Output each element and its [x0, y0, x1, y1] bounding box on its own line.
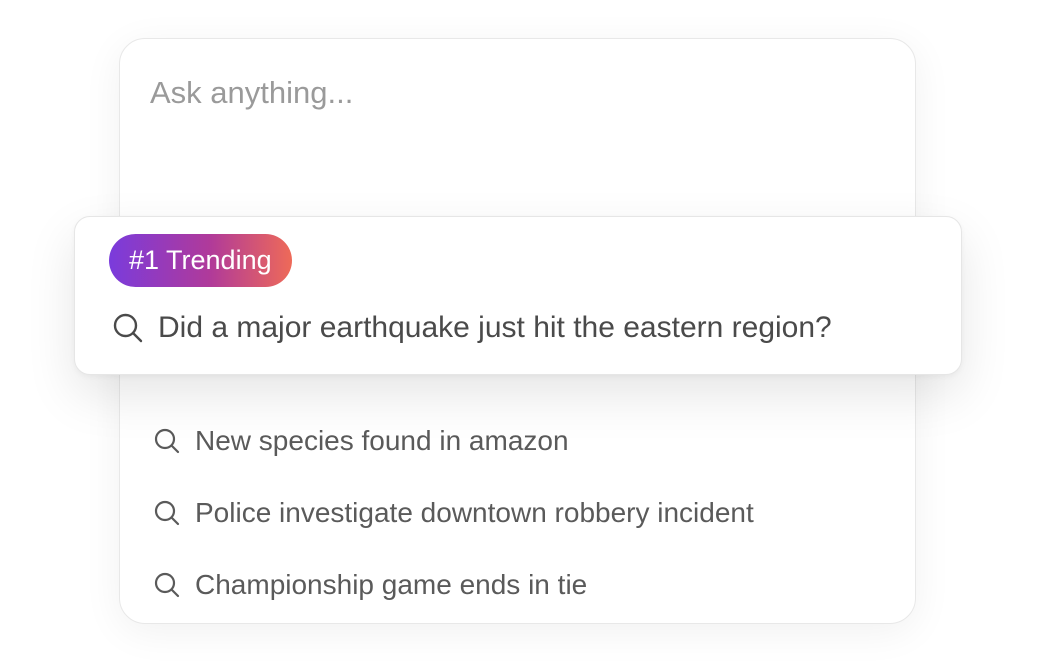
suggestion-item[interactable]: Championship game ends in tie — [152, 549, 872, 621]
suggestion-list: New species found in amazon Police inves… — [152, 405, 872, 621]
trending-query-text: Did a major earthquake just hit the east… — [158, 311, 832, 344]
ask-input[interactable] — [150, 75, 850, 111]
search-icon — [152, 498, 182, 528]
suggestion-item[interactable]: New species found in amazon — [152, 405, 872, 477]
search-icon — [152, 426, 182, 456]
suggestion-item[interactable]: Police investigate downtown robbery inci… — [152, 477, 872, 549]
search-icon — [111, 311, 145, 345]
stage: New species found in amazon Police inves… — [0, 0, 1049, 672]
suggestion-text: New species found in amazon — [195, 425, 569, 456]
suggestion-text: Police investigate downtown robbery inci… — [195, 497, 754, 528]
trending-badge: #1 Trending — [109, 234, 292, 287]
trending-card[interactable]: #1 Trending Did a major earthquake just … — [74, 216, 962, 375]
suggestion-text: Championship game ends in tie — [195, 569, 588, 600]
search-icon — [152, 570, 182, 600]
trending-query[interactable]: Did a major earthquake just hit the east… — [111, 311, 832, 345]
